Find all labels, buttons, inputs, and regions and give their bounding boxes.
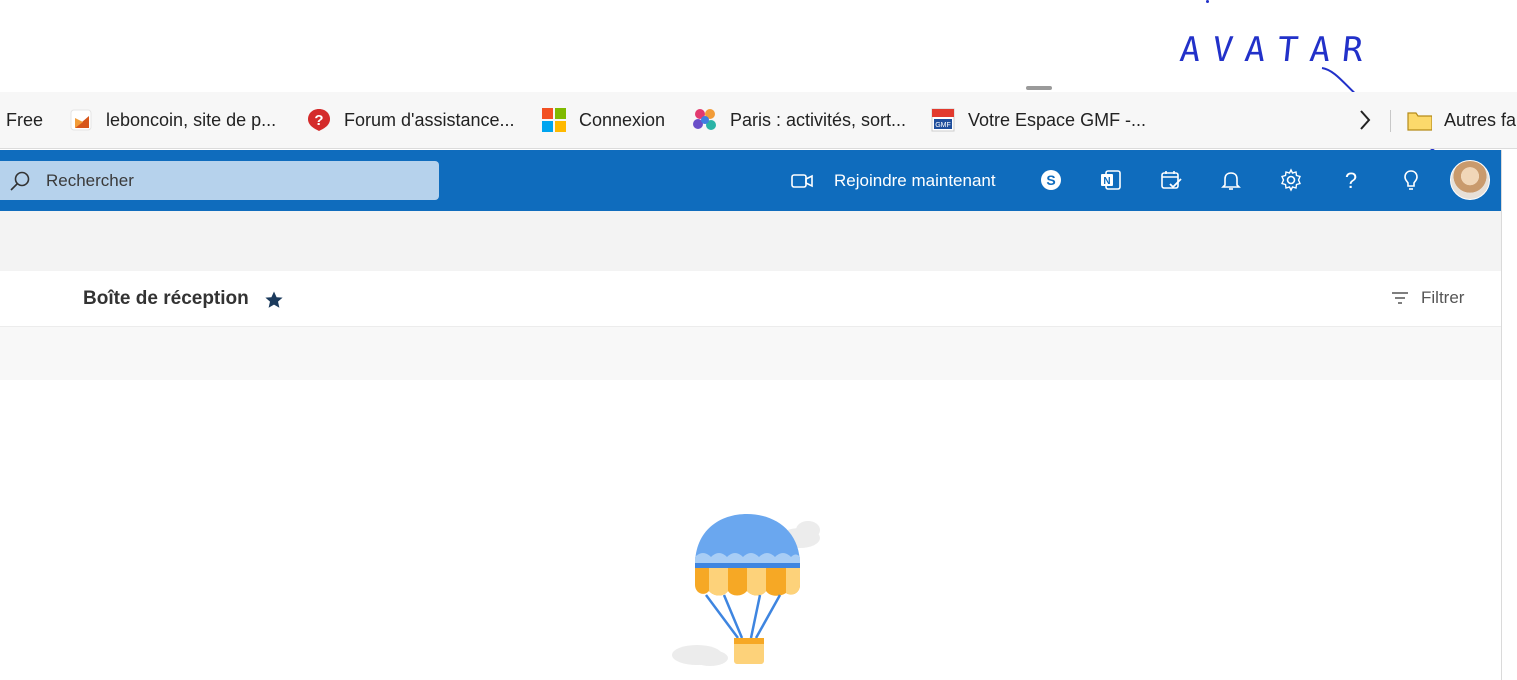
bookmark-other-folder[interactable]: Autres fa (1406, 92, 1516, 148)
search-input[interactable]: Rechercher (0, 161, 439, 200)
bookmark-label: Forum d'assistance... (344, 109, 515, 130)
search-placeholder: Rechercher (46, 170, 134, 190)
bookmark-leboncoin[interactable]: leboncoin, site de p... (68, 92, 276, 148)
leboncoin-icon (68, 107, 94, 133)
search-icon (10, 171, 30, 191)
lightbulb-icon[interactable] (1398, 167, 1424, 193)
user-avatar[interactable] (1450, 160, 1490, 200)
bookmarks-bar: Free leboncoin, site de p... ? Forum d'a… (0, 92, 1517, 149)
gear-icon[interactable] (1278, 167, 1304, 193)
svg-text:S: S (1046, 172, 1055, 188)
annotation-label: AVATAR (1177, 30, 1377, 70)
chevron-right-icon[interactable] (1352, 104, 1378, 136)
bookmark-free[interactable]: Free (6, 92, 43, 148)
bookmark-label: Votre Espace GMF -... (968, 109, 1147, 130)
app-header: Rechercher Rejoindre maintenant S N ? (0, 150, 1501, 211)
skype-icon[interactable]: S (1038, 167, 1064, 193)
paris-flower-icon (692, 107, 718, 133)
bookmarks-divider (1390, 110, 1391, 132)
inbox-header: Boîte de réception Filtrer (0, 271, 1501, 327)
bookmark-label: Paris : activités, sort... (730, 109, 907, 130)
annotation-dot (1206, 0, 1209, 3)
svg-text:GMF: GMF (935, 122, 951, 129)
filter-button[interactable]: Filtrer (1391, 288, 1464, 308)
svg-text:?: ? (314, 112, 323, 129)
bookmark-label: Autres fa (1444, 109, 1517, 130)
bookmark-connexion[interactable]: Connexion (541, 92, 665, 148)
page-title: Boîte de réception (83, 288, 249, 309)
join-now-button[interactable]: Rejoindre maintenant (790, 150, 996, 211)
bookmark-label: leboncoin, site de p... (106, 109, 277, 130)
svg-text:?: ? (1345, 168, 1357, 192)
microsoft-logo-icon (541, 107, 567, 133)
bookmark-label: Free (6, 109, 44, 130)
bookmark-paris[interactable]: Paris : activités, sort... (692, 92, 906, 148)
scrollbar-track[interactable] (1502, 150, 1517, 680)
message-list-header (0, 327, 1501, 380)
gmf-icon: GMF (930, 107, 956, 133)
folder-icon (1406, 107, 1432, 133)
command-bar (0, 211, 1501, 271)
bookmark-label: Connexion (579, 109, 666, 130)
help-icon[interactable]: ? (1338, 167, 1364, 193)
svg-text:N: N (1103, 176, 1110, 187)
filter-icon (1392, 292, 1408, 304)
bookmark-gmf[interactable]: GMF Votre Espace GMF -... (930, 92, 1146, 148)
favorite-star-icon[interactable] (264, 290, 284, 310)
onenote-icon[interactable]: N (1098, 167, 1124, 193)
tab-indicator (1026, 86, 1052, 90)
bell-icon[interactable] (1218, 167, 1244, 193)
filter-label: Filtrer (1421, 288, 1465, 307)
calendar-check-icon[interactable] (1158, 167, 1184, 193)
help-balloon-icon: ? (306, 107, 332, 133)
join-now-label: Rejoindre maintenant (834, 170, 996, 190)
hot-air-balloon-icon (672, 514, 820, 666)
video-camera-icon (791, 173, 813, 188)
bookmark-forum[interactable]: ? Forum d'assistance... (306, 92, 515, 148)
